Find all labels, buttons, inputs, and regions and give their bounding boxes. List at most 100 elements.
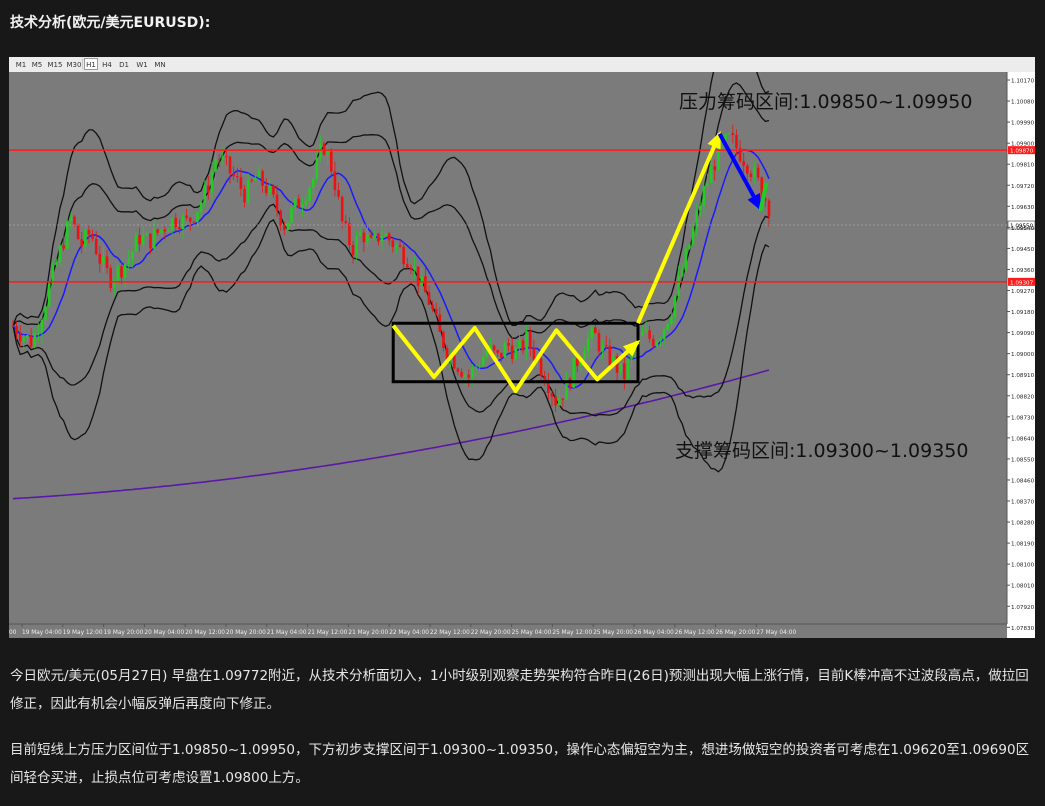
- candle-body: [196, 212, 199, 223]
- timeframe-d1-button[interactable]: D1: [116, 58, 132, 70]
- y-tick-label: 1.08280: [1011, 521, 1035, 527]
- timeframe-m15-button[interactable]: M15: [46, 58, 64, 70]
- plot-background: [9, 72, 1007, 638]
- candle-body: [409, 267, 413, 270]
- candle-body: [33, 333, 37, 347]
- y-tick-label: 1.10080: [1011, 100, 1035, 106]
- support-annotation: 支撑筹码区间:1.09300~1.09350: [675, 440, 968, 462]
- level-price-text: 1.09870: [1010, 149, 1034, 155]
- candle-body: [80, 239, 84, 247]
- candle-body: [713, 166, 717, 171]
- candle-body: [474, 366, 478, 368]
- candle-body: [586, 338, 590, 352]
- x-tick-label: 25 May 20:00: [593, 630, 633, 636]
- candle-body: [232, 173, 235, 177]
- candle-body: [662, 329, 666, 340]
- timeframe-m1-button[interactable]: M1: [14, 58, 28, 70]
- candle-body: [301, 204, 304, 208]
- level-price-text: 1.09307: [1010, 280, 1034, 286]
- candle-body: [521, 340, 525, 351]
- x-tick-label: 21 May 12:00: [308, 630, 348, 636]
- x-tick-label: 22 May 12:00: [430, 630, 470, 636]
- candle-body: [366, 234, 369, 243]
- candle-body: [47, 283, 51, 307]
- candle-body: [547, 383, 550, 393]
- candle-body: [98, 253, 102, 264]
- candle-body: [268, 185, 272, 194]
- y-tick-label: 1.09090: [1011, 331, 1035, 337]
- candle-body: [243, 188, 246, 203]
- x-tick-label: 26 May 20:00: [716, 630, 756, 636]
- candle-body: [745, 165, 749, 174]
- candle-body: [145, 233, 149, 236]
- candle-body: [471, 367, 474, 378]
- x-tick-label: 21 May 04:00: [267, 630, 307, 636]
- candle-body: [648, 330, 651, 339]
- candle-body: [58, 245, 62, 263]
- candle-body: [402, 246, 405, 265]
- candle-body: [290, 207, 293, 223]
- candle-body: [127, 259, 131, 265]
- candle-body: [131, 251, 134, 260]
- candle-body: [680, 270, 684, 277]
- y-tick-label: 1.08640: [1011, 436, 1035, 442]
- y-tick-label: 1.09630: [1011, 205, 1035, 211]
- timeframe-mn-button[interactable]: MN: [152, 58, 168, 70]
- analysis-paragraph-2: 目前短线上方压力区间位于1.09850~1.09950，下方初步支撑区间于1.0…: [10, 742, 1030, 786]
- candle-body: [152, 229, 156, 249]
- y-tick-label: 1.08730: [1011, 415, 1035, 421]
- candle-body: [619, 363, 622, 373]
- y-tick-label: 1.08010: [1011, 584, 1035, 590]
- y-tick-label: 1.08460: [1011, 478, 1035, 484]
- price-chart[interactable]: 1.098701.093071.09550 1.101701.100801.09…: [9, 72, 1035, 638]
- timeframe-h1-button[interactable]: H1: [84, 58, 98, 70]
- candle-body: [250, 180, 254, 181]
- candle-body: [188, 217, 192, 222]
- candle-body: [199, 202, 203, 213]
- x-tick-label: 00: [9, 630, 17, 636]
- y-tick-label: 1.10170: [1011, 79, 1035, 85]
- candle-body: [44, 306, 47, 320]
- candle-body: [37, 332, 40, 334]
- timeframe-w1-button[interactable]: W1: [133, 58, 151, 70]
- candle-body: [416, 266, 420, 286]
- timeframe-m5-button[interactable]: M5: [29, 58, 45, 70]
- candle-body: [257, 171, 261, 178]
- candle-body: [26, 335, 29, 338]
- candle-body: [358, 232, 362, 236]
- candle-body: [503, 342, 507, 358]
- candle-body: [442, 331, 445, 348]
- timeframe-m30-button[interactable]: M30: [65, 58, 83, 70]
- candle-body: [149, 233, 152, 249]
- x-tick-label: 19 May 04:00: [22, 630, 62, 636]
- candle-body: [420, 276, 424, 286]
- candle-body: [492, 345, 496, 351]
- analysis-paragraph-1: 今日欧元/美元(05月27日) 早盘在1.09772附近，从技术分析面切入，1小…: [10, 668, 1029, 712]
- candle-body: [138, 234, 141, 245]
- x-tick-label: 21 May 20:00: [348, 630, 388, 636]
- candle-body: [91, 234, 94, 239]
- candle-body: [727, 133, 731, 135]
- candle-body: [275, 194, 279, 211]
- timeframe-h4-button[interactable]: H4: [99, 58, 115, 70]
- candle-body: [688, 244, 691, 249]
- candle-body: [246, 180, 250, 203]
- candle-body: [340, 196, 344, 222]
- candle-body: [557, 398, 561, 406]
- candle-body: [387, 233, 391, 241]
- candle-body: [286, 222, 290, 231]
- candle-body: [510, 345, 514, 360]
- candle-body: [22, 337, 26, 342]
- candle-body: [377, 233, 380, 242]
- chart-panel[interactable]: M1 M5 M15 M30 H1 H4 D1 W1 MN 1.09870 1.09307 1.095…: [9, 57, 1035, 638]
- candle-body: [344, 221, 348, 224]
- candle-body: [590, 327, 594, 339]
- y-tick-label: 1.07830: [1011, 626, 1035, 632]
- y-tick-label: 1.09180: [1011, 310, 1035, 316]
- candle-body: [735, 134, 738, 149]
- candle-body: [463, 374, 467, 377]
- candle-body: [355, 235, 358, 255]
- candle-body: [62, 245, 65, 249]
- candle-body: [254, 177, 257, 181]
- candle-body: [666, 324, 670, 330]
